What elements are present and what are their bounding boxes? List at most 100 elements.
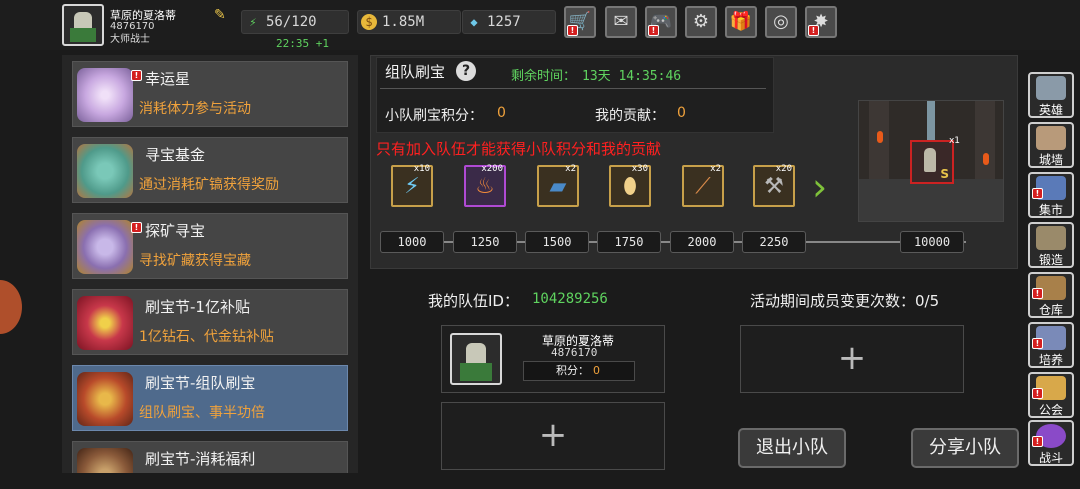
menu-label: 仓库 [1038, 303, 1063, 317]
reward-slot[interactable]: ▰ x2 [537, 164, 579, 207]
helmet-icon [1036, 76, 1066, 100]
my-contrib-value: 0 [677, 105, 686, 121]
gear-icon: ⚙ [692, 11, 710, 32]
reward-slot[interactable]: ⚡ x10 [391, 164, 433, 207]
boss-reward-icon[interactable]: x1 S [910, 136, 960, 184]
torch-icon [877, 131, 883, 143]
quit-team-button[interactable]: 退出小队 [738, 428, 846, 468]
milestone: 1500 [525, 231, 589, 253]
wall-icon [1036, 126, 1066, 150]
wheel-icon: ◎ [773, 11, 789, 32]
gold-coin-icon: $ [361, 14, 377, 30]
gift-button[interactable]: 🎁 [725, 6, 757, 38]
game-button[interactable]: 🎮! [645, 6, 677, 38]
member-avatar [450, 333, 502, 385]
member-slot-3[interactable]: + [441, 402, 665, 470]
menu-market[interactable]: ! 集市 [1028, 172, 1074, 218]
menu-label: 城墙 [1038, 153, 1063, 167]
firework-button[interactable]: ✸! [805, 6, 837, 38]
gold-display[interactable]: $ 1.85M [357, 10, 461, 34]
mail-button[interactable]: ✉ [605, 6, 637, 38]
divider [380, 88, 766, 89]
event-title: 寻宝基金 [145, 146, 206, 164]
event-desc: 消耗体力参与活动 [139, 101, 251, 117]
event-item-consume-welfare[interactable]: 刷宝节-消耗福利 [72, 441, 348, 473]
floating-menu-icon[interactable] [0, 280, 22, 334]
event-item-lucky-star[interactable]: ! 幸运星 消耗体力参与活动 [72, 61, 348, 127]
team-score-value: 0 [497, 105, 506, 121]
torch-icon [983, 153, 989, 165]
chest-icon [77, 372, 133, 426]
avatar-robe [70, 28, 96, 42]
event-item-subsidy[interactable]: 刷宝节-1亿补贴 1亿钻石、代金钻补贴 [72, 289, 348, 355]
diamond-display[interactable]: ◆ 1257 [462, 10, 556, 34]
changes-value: 0/5 [915, 292, 940, 310]
book-icon: ▰ [549, 174, 567, 199]
egg-icon: ⬮ [623, 174, 637, 199]
edit-icon[interactable]: ✎ [214, 7, 230, 23]
reward-count: x2 [565, 164, 576, 174]
reward-count: x2 [710, 164, 721, 174]
menu-warehouse[interactable]: ! 仓库 [1028, 272, 1074, 318]
reward-slot[interactable]: ⟋ x2 [682, 164, 724, 207]
avatar-robe [460, 363, 492, 381]
join-warning: 只有加入队伍才能获得小队积分和我的贡献 [376, 140, 662, 158]
milestone-final: 10000 [900, 231, 964, 253]
time-remaining: 13天 14:35:46 [582, 69, 682, 84]
reward-count: x30 [631, 164, 648, 174]
flower-icon [77, 296, 133, 350]
menu-wall[interactable]: 城墙 [1028, 122, 1074, 168]
event-item-treasure-fund[interactable]: 寻宝基金 通过消耗矿镐获得奖励 [72, 137, 348, 203]
alert-badge: ! [567, 25, 578, 36]
diamond-icon: ◆ [470, 15, 478, 29]
boss-figure [924, 148, 936, 172]
fire-scroll-icon: ♨ [475, 174, 495, 199]
boss-grade: S [940, 167, 949, 181]
shop-button[interactable]: 🛒! [564, 6, 596, 38]
player-rank: 大师战士 [110, 34, 150, 45]
alert-badge: ! [1032, 188, 1043, 199]
player-avatar[interactable] [62, 4, 104, 46]
menu-label: 锻造 [1038, 253, 1063, 267]
event-desc: 1亿钻石、代金钻补贴 [139, 329, 274, 345]
team-id-value: 104289256 [532, 291, 608, 307]
settings-button[interactable]: ⚙ [685, 6, 717, 38]
member-score-label: 积分： [556, 364, 589, 377]
menu-hero[interactable]: 英雄 [1028, 72, 1074, 118]
lightning-icon: ⚡ [404, 174, 420, 199]
reward-slot[interactable]: ⬮ x30 [609, 164, 651, 207]
menu-label: 英雄 [1038, 103, 1063, 117]
milestone: 1000 [380, 231, 444, 253]
anvil-icon [1036, 226, 1066, 250]
reward-slot[interactable]: ♨ x200 [464, 164, 506, 207]
menu-train[interactable]: ! 培养 [1028, 322, 1074, 368]
reward-count: x20 [775, 164, 792, 174]
menu-guild[interactable]: ! 公会 [1028, 372, 1074, 418]
event-item-team-farm[interactable]: 刷宝节-组队刷宝 组队刷宝、事半功倍 [72, 365, 348, 431]
chest-icon [77, 448, 133, 473]
diamond-value: 1257 [487, 14, 521, 30]
wheel-button[interactable]: ◎ [765, 6, 797, 38]
lightning-icon: ⚡ [249, 15, 257, 29]
time-label: 剩余时间： [511, 69, 577, 84]
alert-badge: ! [1032, 436, 1043, 447]
help-icon[interactable]: ? [456, 61, 476, 81]
member-slot-2[interactable]: + [740, 325, 964, 393]
share-team-button[interactable]: 分享小队 [911, 428, 1019, 468]
menu-forge[interactable]: 锻造 [1028, 222, 1074, 268]
reward-slot[interactable]: ⚒ x20 [753, 164, 795, 207]
stamina-display[interactable]: ⚡ 56/120 [241, 10, 349, 34]
alert-badge: ! [131, 70, 142, 81]
event-item-mining[interactable]: ! 探矿寻宝 寻找矿藏获得宝藏 [72, 213, 348, 279]
alert-badge: ! [1032, 388, 1043, 399]
treasure-bag-icon [77, 144, 133, 198]
member-score-value: 0 [593, 364, 600, 377]
alert-badge: ! [1032, 338, 1043, 349]
team-score-label: 小队刷宝积分： [385, 108, 483, 124]
team-id-label: 我的队伍ID： [428, 292, 519, 310]
alert-badge: ! [131, 222, 142, 233]
next-arrow-icon[interactable]: › [812, 165, 836, 209]
event-desc: 组队刷宝、事半功倍 [139, 405, 265, 421]
menu-battle[interactable]: ! 战斗 [1028, 420, 1074, 466]
event-desc: 寻找矿藏获得宝藏 [139, 253, 251, 269]
